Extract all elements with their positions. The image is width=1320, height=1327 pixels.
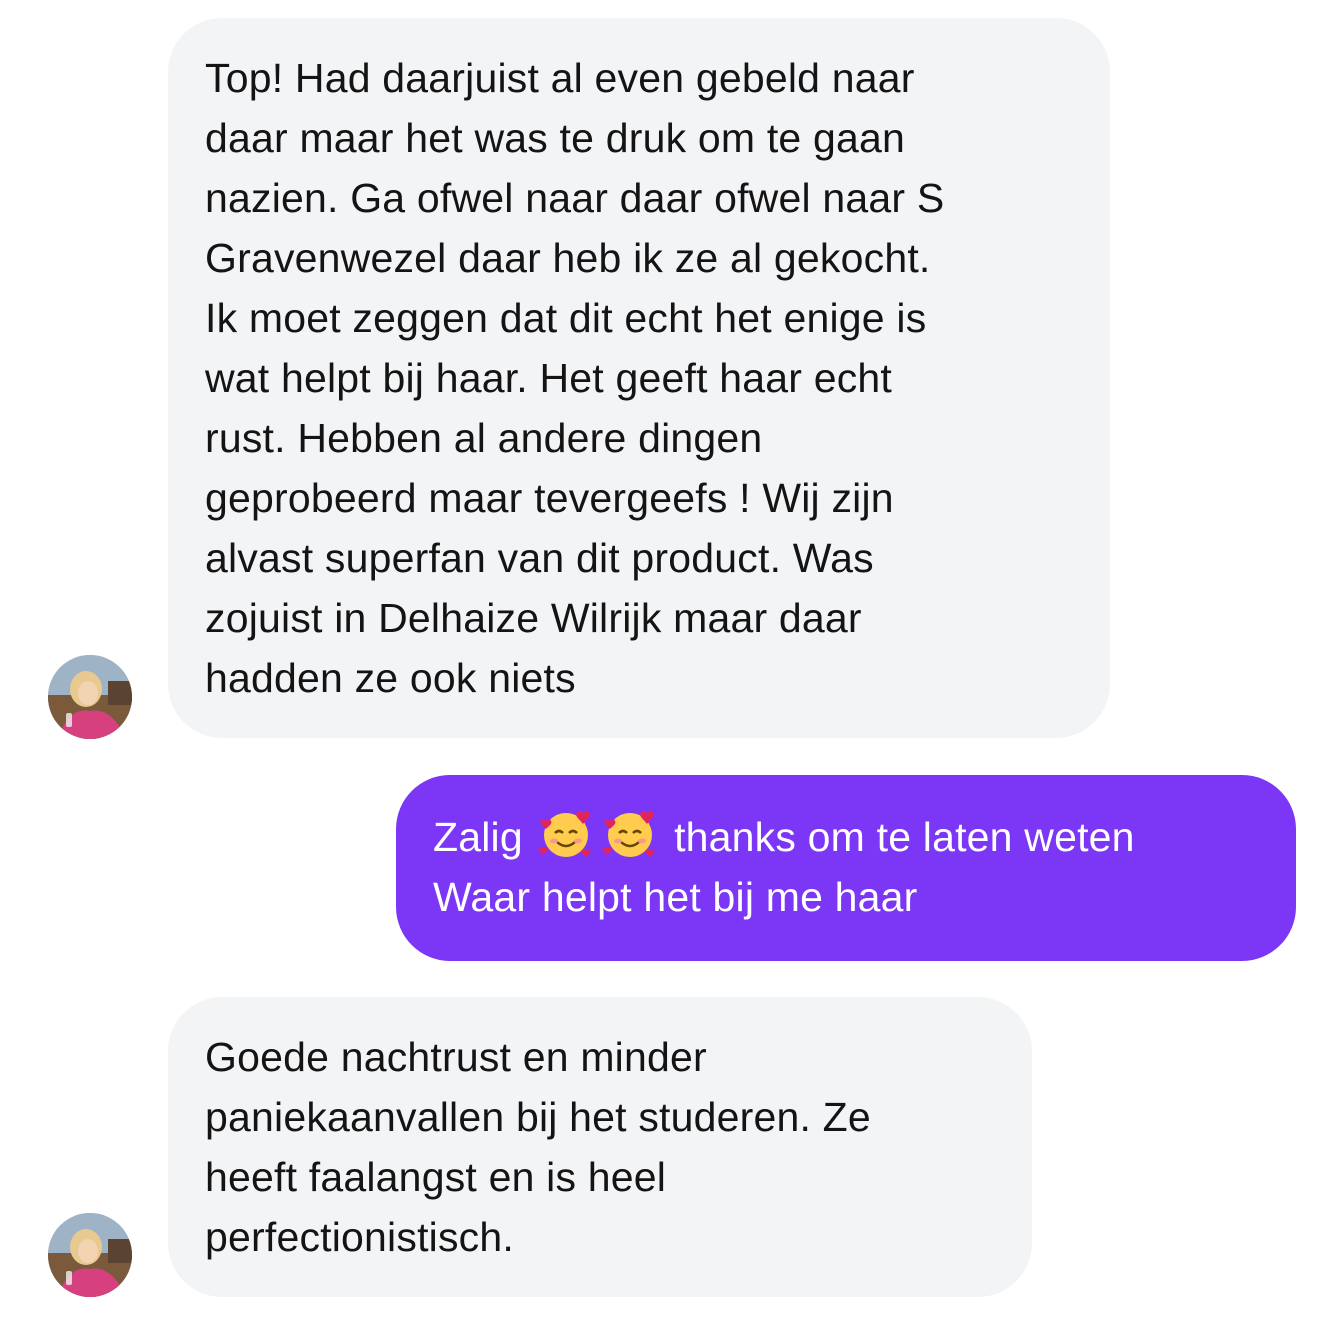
incoming-message-bubble[interactable]: Goede nachtrust en minder paniekaanvalle…: [168, 997, 1032, 1297]
incoming-message-bubble[interactable]: Top! Had daarjuist al even gebeld naar d…: [168, 18, 1110, 738]
message-text-line2: Waar helpt het bij me haar: [433, 874, 918, 920]
message-text: Goede nachtrust en minder paniekaanvalle…: [205, 1034, 871, 1260]
message-text: Top! Had daarjuist al even gebeld naar d…: [205, 55, 945, 701]
contact-avatar[interactable]: [48, 655, 132, 739]
message-text-start: Zalig: [433, 814, 523, 860]
outgoing-message-bubble[interactable]: Zalig thanks om te laten weten Waar help…: [396, 775, 1296, 961]
smiling-face-with-hearts-emoji-icon: [538, 811, 592, 857]
avatar-photo-icon: [48, 1213, 132, 1297]
message-text: Zalig thanks om te laten weten Waar help…: [433, 805, 1276, 927]
contact-avatar[interactable]: [48, 1213, 132, 1297]
message-text-end: thanks om te laten weten: [674, 814, 1135, 860]
avatar-photo-icon: [48, 655, 132, 739]
smiling-face-with-hearts-emoji-icon: [602, 811, 656, 857]
